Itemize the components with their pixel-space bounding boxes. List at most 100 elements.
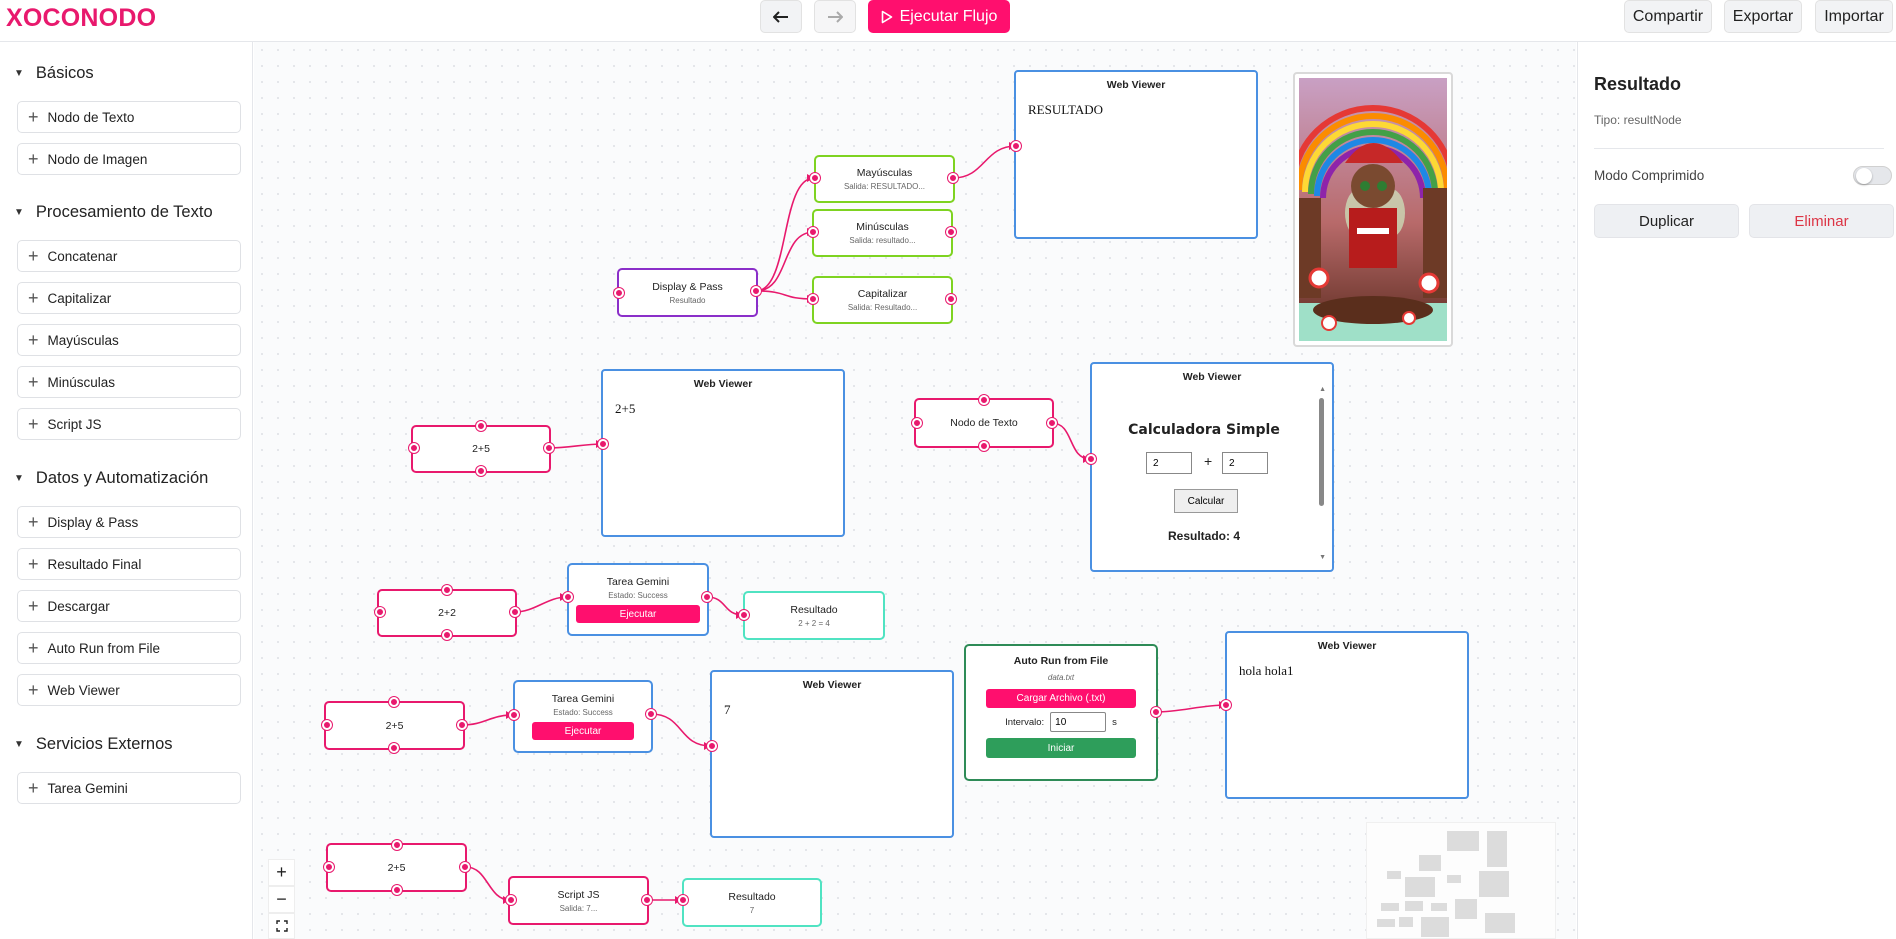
node-handle[interactable] <box>476 421 486 431</box>
share-button[interactable]: Compartir <box>1624 0 1712 33</box>
delete-button[interactable]: Eliminar <box>1749 204 1894 238</box>
node-handle[interactable] <box>702 592 712 602</box>
load-file-button[interactable]: Cargar Archivo (.txt) <box>986 689 1136 708</box>
node-handle[interactable] <box>457 720 467 730</box>
node-handle[interactable] <box>409 443 419 453</box>
execute-button[interactable]: Ejecutar <box>532 722 634 740</box>
node-handle[interactable] <box>476 466 486 476</box>
palette-item-web-viewer[interactable]: + Web Viewer <box>17 674 241 706</box>
node-handle[interactable] <box>563 592 573 602</box>
node-web-viewer-3[interactable]: Web Viewer 7 <box>710 670 954 838</box>
palette-item-tarea-gemini[interactable]: + Tarea Gemini <box>17 772 241 804</box>
scroll-up-icon[interactable]: ▲ <box>1319 386 1326 393</box>
plus-icon: + <box>28 372 39 392</box>
node-handle[interactable] <box>912 418 922 428</box>
palette-item-descargar[interactable]: + Descargar <box>17 590 241 622</box>
node-handle[interactable] <box>979 395 989 405</box>
node-handle[interactable] <box>1086 454 1096 464</box>
node-web-viewer-1[interactable]: Web Viewer RESULTADO <box>1014 70 1258 239</box>
zoom-in-button[interactable]: + <box>268 859 295 886</box>
calculate-button[interactable]: Calcular <box>1174 489 1238 513</box>
node-handle[interactable] <box>389 697 399 707</box>
node-handle[interactable] <box>510 607 520 617</box>
duplicate-button[interactable]: Duplicar <box>1594 204 1739 238</box>
node-auto-run-from-file[interactable]: Auto Run from File data.txt Cargar Archi… <box>964 644 1158 781</box>
node-web-viewer-2[interactable]: Web Viewer 2+5 <box>601 369 845 537</box>
section-basicos[interactable]: ▼ Básicos <box>14 64 94 83</box>
calculator-input-a[interactable] <box>1146 452 1192 474</box>
palette-item-mayusculas[interactable]: + Mayúsculas <box>17 324 241 356</box>
node-handle[interactable] <box>442 630 452 640</box>
node-handle[interactable] <box>375 607 385 617</box>
redo-button[interactable] <box>814 0 856 33</box>
node-minusculas[interactable]: Minúsculas Salida: resultado... <box>812 209 953 257</box>
palette-item-script-js[interactable]: + Script JS <box>17 408 241 440</box>
node-handle[interactable] <box>1221 700 1231 710</box>
node-handle[interactable] <box>389 743 399 753</box>
start-button[interactable]: Iniciar <box>986 738 1136 758</box>
run-flow-button[interactable]: Ejecutar Flujo <box>868 0 1010 33</box>
scrollbar-thumb[interactable] <box>1319 398 1324 506</box>
section-servicios[interactable]: ▼ Servicios Externos <box>14 735 173 754</box>
fit-view-button[interactable] <box>268 913 295 939</box>
node-handle[interactable] <box>646 709 656 719</box>
node-web-viewer-4[interactable]: Web Viewer hola hola1 <box>1225 631 1469 799</box>
node-handle[interactable] <box>1151 707 1161 717</box>
palette-item-nodo-texto[interactable]: + Nodo de Texto <box>17 101 241 133</box>
node-handle[interactable] <box>642 895 652 905</box>
node-handle[interactable] <box>509 710 519 720</box>
calculator-input-b[interactable] <box>1222 452 1268 474</box>
node-mayusculas[interactable]: Mayúsculas Salida: RESULTADO... <box>814 155 955 203</box>
import-button[interactable]: Importar <box>1815 0 1893 33</box>
execute-button[interactable]: Ejecutar <box>576 605 700 623</box>
zoom-out-button[interactable]: − <box>268 886 295 913</box>
node-handle[interactable] <box>1011 141 1021 151</box>
compressed-mode-toggle[interactable] <box>1853 166 1892 185</box>
node-script-js[interactable]: Script JS Salida: 7... <box>508 876 649 925</box>
palette-item-concatenar[interactable]: + Concatenar <box>17 240 241 272</box>
undo-button[interactable] <box>760 0 802 33</box>
node-tarea-gemini-1[interactable]: Tarea Gemini Estado: Success Ejecutar <box>567 563 709 636</box>
node-handle[interactable] <box>707 741 717 751</box>
palette-item-minusculas[interactable]: + Minúsculas <box>17 366 241 398</box>
palette-item-display-pass[interactable]: + Display & Pass <box>17 506 241 538</box>
interval-input[interactable] <box>1050 712 1107 732</box>
node-handle[interactable] <box>322 720 332 730</box>
scroll-down-icon[interactable]: ▼ <box>1319 554 1326 561</box>
node-handle[interactable] <box>460 862 470 872</box>
node-handle[interactable] <box>392 840 402 850</box>
node-display-pass[interactable]: Display & Pass Resultado <box>617 268 758 317</box>
minimap[interactable] <box>1366 822 1556 939</box>
node-handle[interactable] <box>808 294 818 304</box>
palette-item-resultado-final[interactable]: + Resultado Final <box>17 548 241 580</box>
node-handle[interactable] <box>1047 418 1057 428</box>
palette-item-auto-run[interactable]: + Auto Run from File <box>17 632 241 664</box>
node-handle[interactable] <box>598 439 608 449</box>
node-tarea-gemini-2[interactable]: Tarea Gemini Estado: Success Ejecutar <box>513 680 653 753</box>
node-handle[interactable] <box>808 227 818 237</box>
node-web-viewer-calculator[interactable]: Web Viewer Calculadora Simple + Calcular… <box>1090 362 1334 572</box>
section-procesamiento[interactable]: ▼ Procesamiento de Texto <box>14 203 213 222</box>
node-handle[interactable] <box>324 862 334 872</box>
palette-item-nodo-imagen[interactable]: + Nodo de Imagen <box>17 143 241 175</box>
node-handle[interactable] <box>946 294 956 304</box>
node-handle[interactable] <box>392 885 402 895</box>
node-handle[interactable] <box>739 610 749 620</box>
section-datos[interactable]: ▼ Datos y Automatización <box>14 469 208 488</box>
node-handle[interactable] <box>810 173 820 183</box>
node-capitalizar[interactable]: Capitalizar Salida: Resultado... <box>812 276 953 324</box>
export-button[interactable]: Exportar <box>1724 0 1802 33</box>
node-image[interactable] <box>1290 72 1456 347</box>
node-handle[interactable] <box>946 227 956 237</box>
node-resultado-1[interactable]: Resultado 2 + 2 = 4 <box>743 591 885 640</box>
palette-item-capitalizar[interactable]: + Capitalizar <box>17 282 241 314</box>
node-resultado-2[interactable]: Resultado 7 <box>682 878 822 927</box>
node-handle[interactable] <box>948 173 958 183</box>
node-handle[interactable] <box>442 585 452 595</box>
node-handle[interactable] <box>678 895 688 905</box>
node-handle[interactable] <box>544 443 554 453</box>
node-handle[interactable] <box>979 441 989 451</box>
node-handle[interactable] <box>506 895 516 905</box>
node-handle[interactable] <box>614 288 624 298</box>
node-handle[interactable] <box>751 286 761 296</box>
